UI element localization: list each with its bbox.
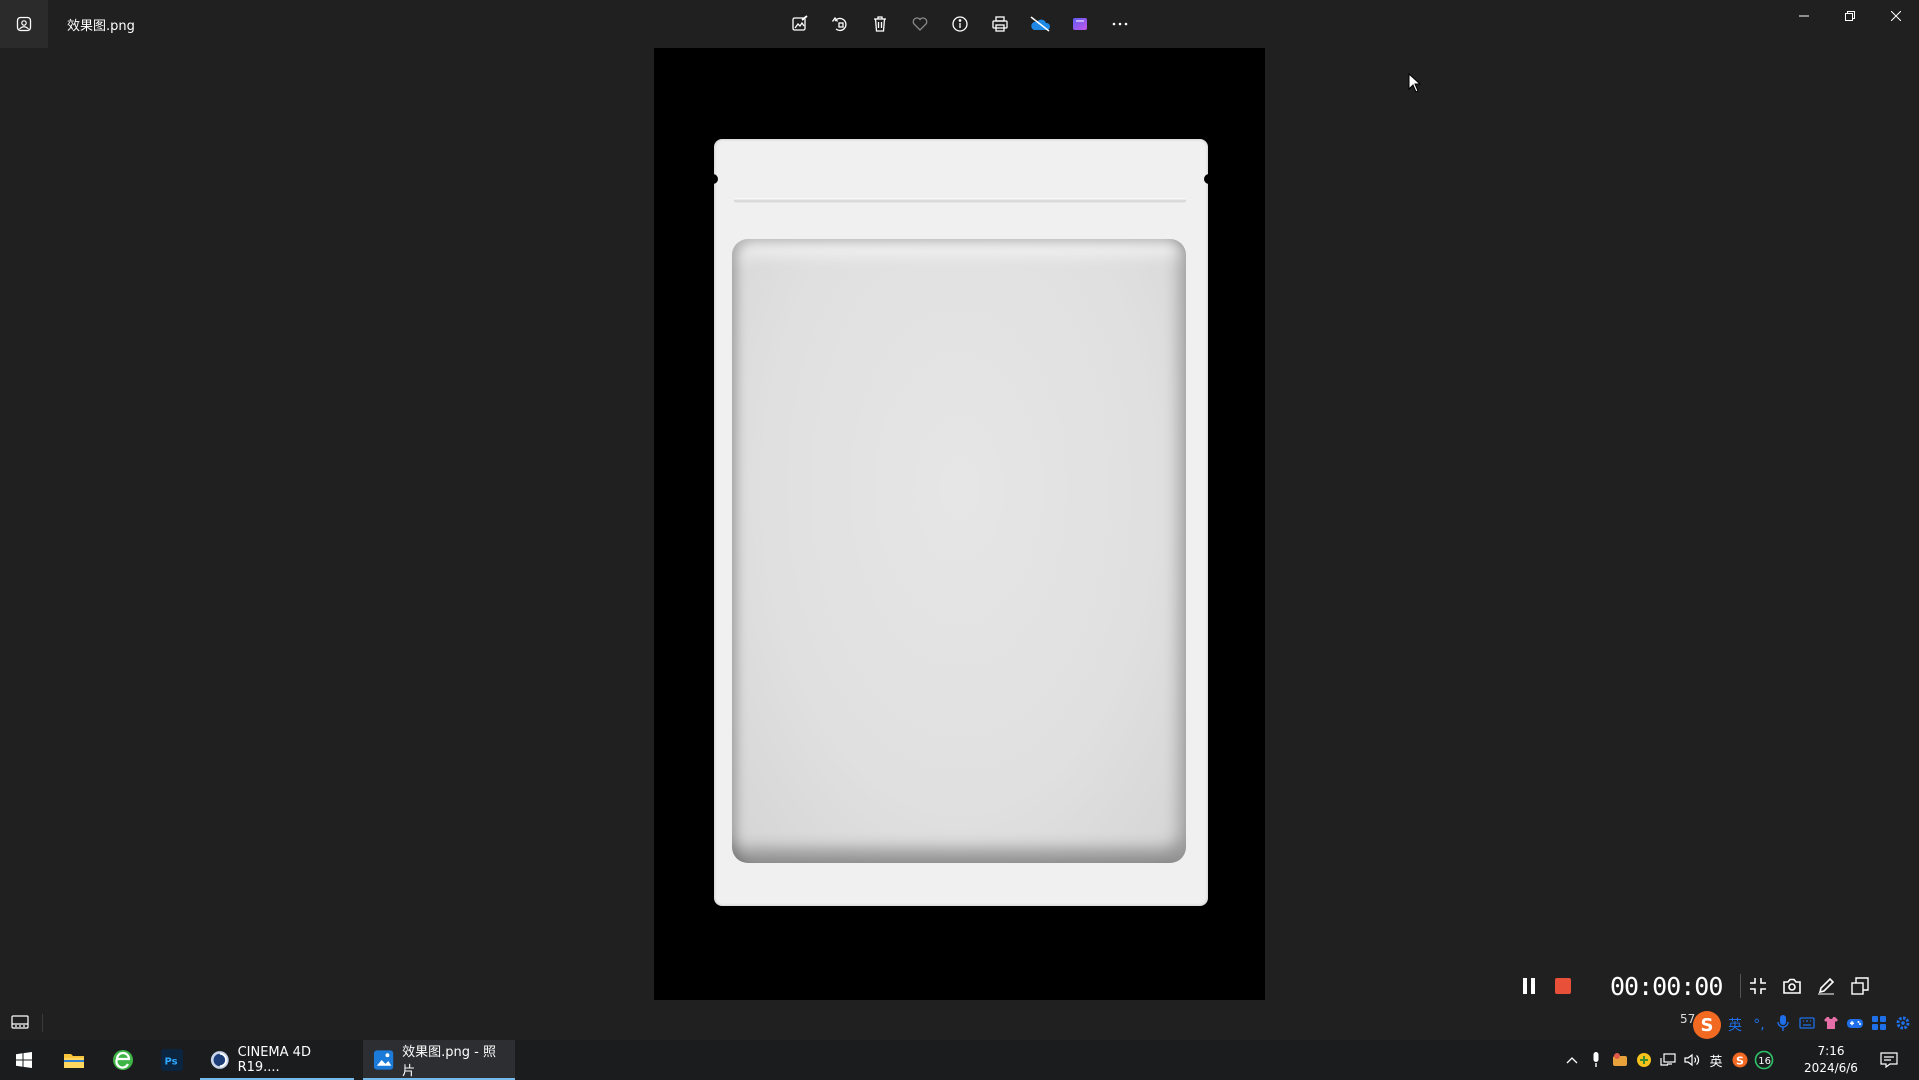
stop-button[interactable] [1546, 969, 1580, 1003]
photos-app-icon[interactable] [0, 0, 48, 48]
tear-notch-right [1204, 174, 1208, 184]
ime-skin-icon[interactable] [1821, 1016, 1841, 1034]
svg-text:Ps: Ps [165, 1057, 178, 1068]
taskbar-app-label: CINEMA 4D R19.... [237, 1045, 311, 1075]
camera-icon[interactable] [1775, 969, 1809, 1003]
pouch-image [714, 139, 1208, 906]
ime-apps-icon[interactable] [1869, 1016, 1889, 1034]
onedrive-icon[interactable] [1024, 8, 1056, 40]
taskbar-app-photos[interactable]: 效果图.png - 照片 [363, 1040, 515, 1080]
pause-button[interactable] [1512, 969, 1546, 1003]
clock-date: 2024/6/6 [1804, 1061, 1858, 1075]
ime-keyboard-icon[interactable] [1797, 1017, 1817, 1033]
shrink-icon[interactable] [1741, 969, 1775, 1003]
tray-app-icon[interactable] [1632, 1040, 1656, 1080]
ime-mode-toggle[interactable]: 英 [1725, 1015, 1745, 1035]
system-clock[interactable]: 7:16 2024/6/6 [1790, 1043, 1872, 1077]
info-icon[interactable] [944, 8, 976, 40]
photos-icon [373, 1050, 394, 1070]
status-divider [42, 1014, 43, 1032]
rotate-icon[interactable] [824, 8, 856, 40]
file-explorer-icon[interactable] [50, 1040, 98, 1080]
mouse-cursor-icon [1408, 72, 1422, 97]
chevron-up-icon[interactable] [1560, 1040, 1584, 1080]
status-bar [0, 1006, 1919, 1040]
restore-button[interactable] [1827, 0, 1873, 32]
network-icon[interactable] [1656, 1040, 1680, 1080]
toolbar [784, 8, 1136, 40]
photo-canvas [654, 48, 1265, 1000]
edit-image-icon[interactable] [784, 8, 816, 40]
sogou-tray-icon[interactable]: S [1728, 1040, 1752, 1080]
window-mode-icon[interactable] [1843, 969, 1877, 1003]
start-button[interactable] [0, 1040, 48, 1080]
window-title: 效果图.png [67, 19, 135, 34]
tray-app-icon[interactable] [1608, 1040, 1632, 1080]
window-controls [1781, 0, 1919, 32]
favorite-icon[interactable] [904, 8, 936, 40]
tear-notch-left [714, 174, 718, 184]
taskbar-app-cinema4d[interactable]: CINEMA 4D R19.... [200, 1040, 354, 1080]
delete-icon[interactable] [864, 8, 896, 40]
print-icon[interactable] [984, 8, 1016, 40]
taskbar: Ps CINEMA 4D R19.... 效果图.png - 照片 英 S 16… [0, 1040, 1919, 1080]
photoshop-icon[interactable]: Ps [148, 1040, 196, 1080]
sogou-logo-icon[interactable]: S [1693, 1011, 1721, 1039]
filmstrip-icon[interactable] [11, 1014, 29, 1033]
browser-icon[interactable] [99, 1040, 147, 1080]
minimize-button[interactable] [1781, 0, 1827, 32]
action-center-icon[interactable] [1872, 1040, 1906, 1080]
ime-settings-icon[interactable] [1893, 1016, 1913, 1034]
pouch-body [732, 239, 1186, 863]
system-tray: 英 S 16 [1560, 1040, 1776, 1080]
zipper-seal [734, 198, 1186, 203]
pen-icon[interactable] [1809, 969, 1843, 1003]
title-bar: 效果图.png [0, 0, 1919, 48]
screen-recorder-bar: 00:00:00 [1512, 967, 1877, 1005]
clipchamp-icon[interactable] [1064, 8, 1096, 40]
ime-toolbar: S 英 °, [1693, 1010, 1913, 1040]
recording-timer: 00:00:00 [1610, 971, 1723, 1001]
more-icon[interactable] [1104, 8, 1136, 40]
badge-count: 16 [1758, 1056, 1771, 1067]
taskbar-app-label: 效果图.png - 照片 [402, 1045, 497, 1079]
notification-badge[interactable]: 16 [1752, 1040, 1776, 1080]
close-button[interactable] [1873, 0, 1919, 32]
ime-game-icon[interactable] [1845, 1017, 1865, 1033]
svg-text:S: S [1736, 1055, 1744, 1068]
clock-time: 7:16 [1817, 1044, 1845, 1058]
ime-mic-icon[interactable] [1773, 1015, 1793, 1035]
microphone-icon[interactable] [1584, 1040, 1608, 1080]
ime-punct-toggle[interactable]: °, [1749, 1017, 1769, 1033]
input-language-indicator[interactable]: 英 [1704, 1040, 1728, 1080]
volume-icon[interactable] [1680, 1040, 1704, 1080]
cinema4d-icon [210, 1051, 229, 1069]
